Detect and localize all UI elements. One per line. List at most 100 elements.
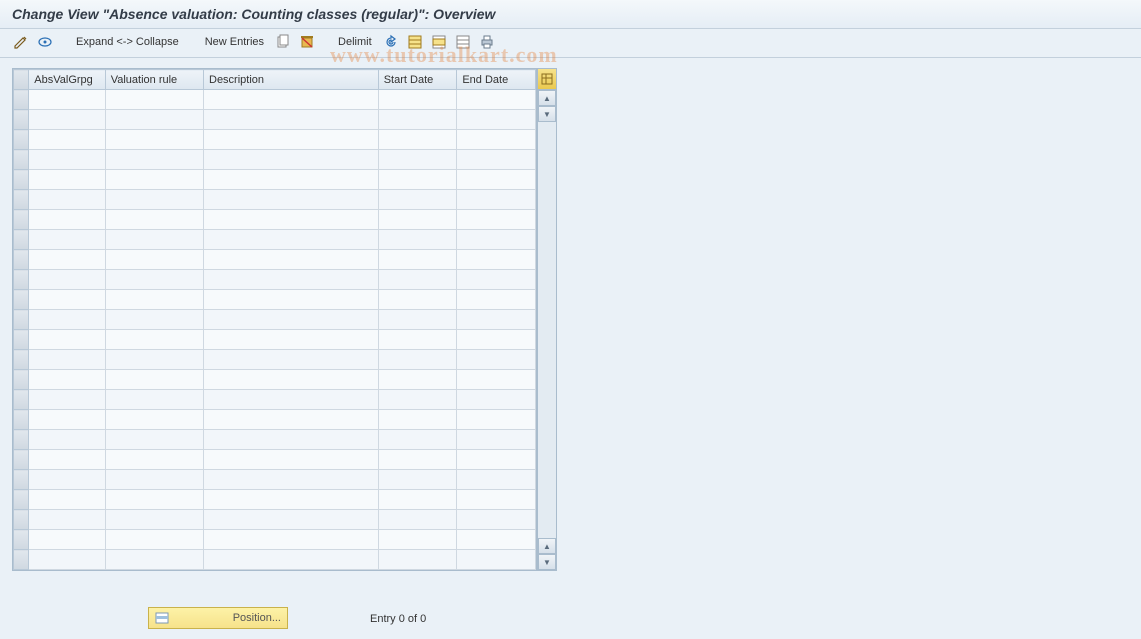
table-row[interactable]	[14, 290, 536, 310]
cell-valuation-rule[interactable]	[105, 370, 203, 390]
cell-absvalgrpg[interactable]	[29, 350, 105, 370]
cell-valuation-rule[interactable]	[105, 90, 203, 110]
cell-end-date[interactable]	[457, 170, 536, 190]
table-row[interactable]	[14, 410, 536, 430]
cell-end-date[interactable]	[457, 430, 536, 450]
table-row[interactable]	[14, 250, 536, 270]
toggle-display-change-icon[interactable]	[12, 33, 30, 51]
table-row[interactable]	[14, 110, 536, 130]
cell-end-date[interactable]	[457, 330, 536, 350]
select-block-icon[interactable]	[430, 33, 448, 51]
cell-valuation-rule[interactable]	[105, 130, 203, 150]
row-selector[interactable]	[14, 550, 29, 570]
cell-start-date[interactable]	[378, 430, 457, 450]
row-selector[interactable]	[14, 490, 29, 510]
cell-start-date[interactable]	[378, 470, 457, 490]
cell-valuation-rule[interactable]	[105, 190, 203, 210]
row-selector[interactable]	[14, 410, 29, 430]
cell-absvalgrpg[interactable]	[29, 330, 105, 350]
scroll-up-icon[interactable]: ▲	[538, 90, 556, 106]
cell-description[interactable]	[204, 170, 379, 190]
cell-end-date[interactable]	[457, 250, 536, 270]
cell-description[interactable]	[204, 370, 379, 390]
cell-end-date[interactable]	[457, 90, 536, 110]
cell-start-date[interactable]	[378, 370, 457, 390]
cell-start-date[interactable]	[378, 110, 457, 130]
cell-valuation-rule[interactable]	[105, 410, 203, 430]
row-selector[interactable]	[14, 510, 29, 530]
row-selector[interactable]	[14, 290, 29, 310]
cell-valuation-rule[interactable]	[105, 290, 203, 310]
cell-absvalgrpg[interactable]	[29, 530, 105, 550]
cell-start-date[interactable]	[378, 390, 457, 410]
row-selector[interactable]	[14, 450, 29, 470]
table-row[interactable]	[14, 510, 536, 530]
scroll-down-step-icon[interactable]: ▲	[538, 538, 556, 554]
cell-end-date[interactable]	[457, 230, 536, 250]
cell-start-date[interactable]	[378, 290, 457, 310]
table-row[interactable]	[14, 350, 536, 370]
scroll-track[interactable]	[538, 122, 556, 538]
cell-description[interactable]	[204, 250, 379, 270]
position-button[interactable]: Position...	[148, 607, 288, 629]
cell-description[interactable]	[204, 550, 379, 570]
cell-start-date[interactable]	[378, 530, 457, 550]
cell-end-date[interactable]	[457, 350, 536, 370]
cell-start-date[interactable]	[378, 150, 457, 170]
cell-description[interactable]	[204, 510, 379, 530]
cell-valuation-rule[interactable]	[105, 550, 203, 570]
col-end-date[interactable]: End Date	[457, 70, 536, 90]
cell-valuation-rule[interactable]	[105, 250, 203, 270]
table-settings-icon[interactable]	[538, 69, 556, 90]
copy-as-icon[interactable]	[274, 33, 292, 51]
cell-valuation-rule[interactable]	[105, 170, 203, 190]
cell-end-date[interactable]	[457, 190, 536, 210]
cell-absvalgrpg[interactable]	[29, 250, 105, 270]
cell-description[interactable]	[204, 450, 379, 470]
cell-description[interactable]	[204, 470, 379, 490]
cell-end-date[interactable]	[457, 390, 536, 410]
cell-description[interactable]	[204, 390, 379, 410]
cell-description[interactable]	[204, 330, 379, 350]
cell-absvalgrpg[interactable]	[29, 470, 105, 490]
cell-start-date[interactable]	[378, 490, 457, 510]
scroll-up-step-icon[interactable]: ▼	[538, 106, 556, 122]
cell-start-date[interactable]	[378, 450, 457, 470]
table-row[interactable]	[14, 170, 536, 190]
undo-change-icon[interactable]	[382, 33, 400, 51]
cell-start-date[interactable]	[378, 330, 457, 350]
cell-absvalgrpg[interactable]	[29, 510, 105, 530]
cell-absvalgrpg[interactable]	[29, 410, 105, 430]
cell-absvalgrpg[interactable]	[29, 390, 105, 410]
cell-valuation-rule[interactable]	[105, 530, 203, 550]
cell-description[interactable]	[204, 310, 379, 330]
cell-absvalgrpg[interactable]	[29, 450, 105, 470]
cell-valuation-rule[interactable]	[105, 510, 203, 530]
row-selector[interactable]	[14, 310, 29, 330]
expand-collapse-button[interactable]: Expand <-> Collapse	[72, 36, 183, 48]
cell-absvalgrpg[interactable]	[29, 430, 105, 450]
cell-description[interactable]	[204, 430, 379, 450]
cell-absvalgrpg[interactable]	[29, 150, 105, 170]
cell-valuation-rule[interactable]	[105, 390, 203, 410]
cell-valuation-rule[interactable]	[105, 330, 203, 350]
cell-start-date[interactable]	[378, 310, 457, 330]
cell-description[interactable]	[204, 210, 379, 230]
row-selector[interactable]	[14, 530, 29, 550]
row-selector[interactable]	[14, 270, 29, 290]
table-row[interactable]	[14, 390, 536, 410]
table-row[interactable]	[14, 90, 536, 110]
cell-valuation-rule[interactable]	[105, 490, 203, 510]
cell-description[interactable]	[204, 230, 379, 250]
row-selector[interactable]	[14, 170, 29, 190]
cell-description[interactable]	[204, 530, 379, 550]
row-selector[interactable]	[14, 330, 29, 350]
cell-end-date[interactable]	[457, 490, 536, 510]
row-selector[interactable]	[14, 250, 29, 270]
table-row[interactable]	[14, 210, 536, 230]
cell-start-date[interactable]	[378, 410, 457, 430]
cell-valuation-rule[interactable]	[105, 110, 203, 130]
cell-description[interactable]	[204, 190, 379, 210]
cell-valuation-rule[interactable]	[105, 470, 203, 490]
print-icon[interactable]	[478, 33, 496, 51]
